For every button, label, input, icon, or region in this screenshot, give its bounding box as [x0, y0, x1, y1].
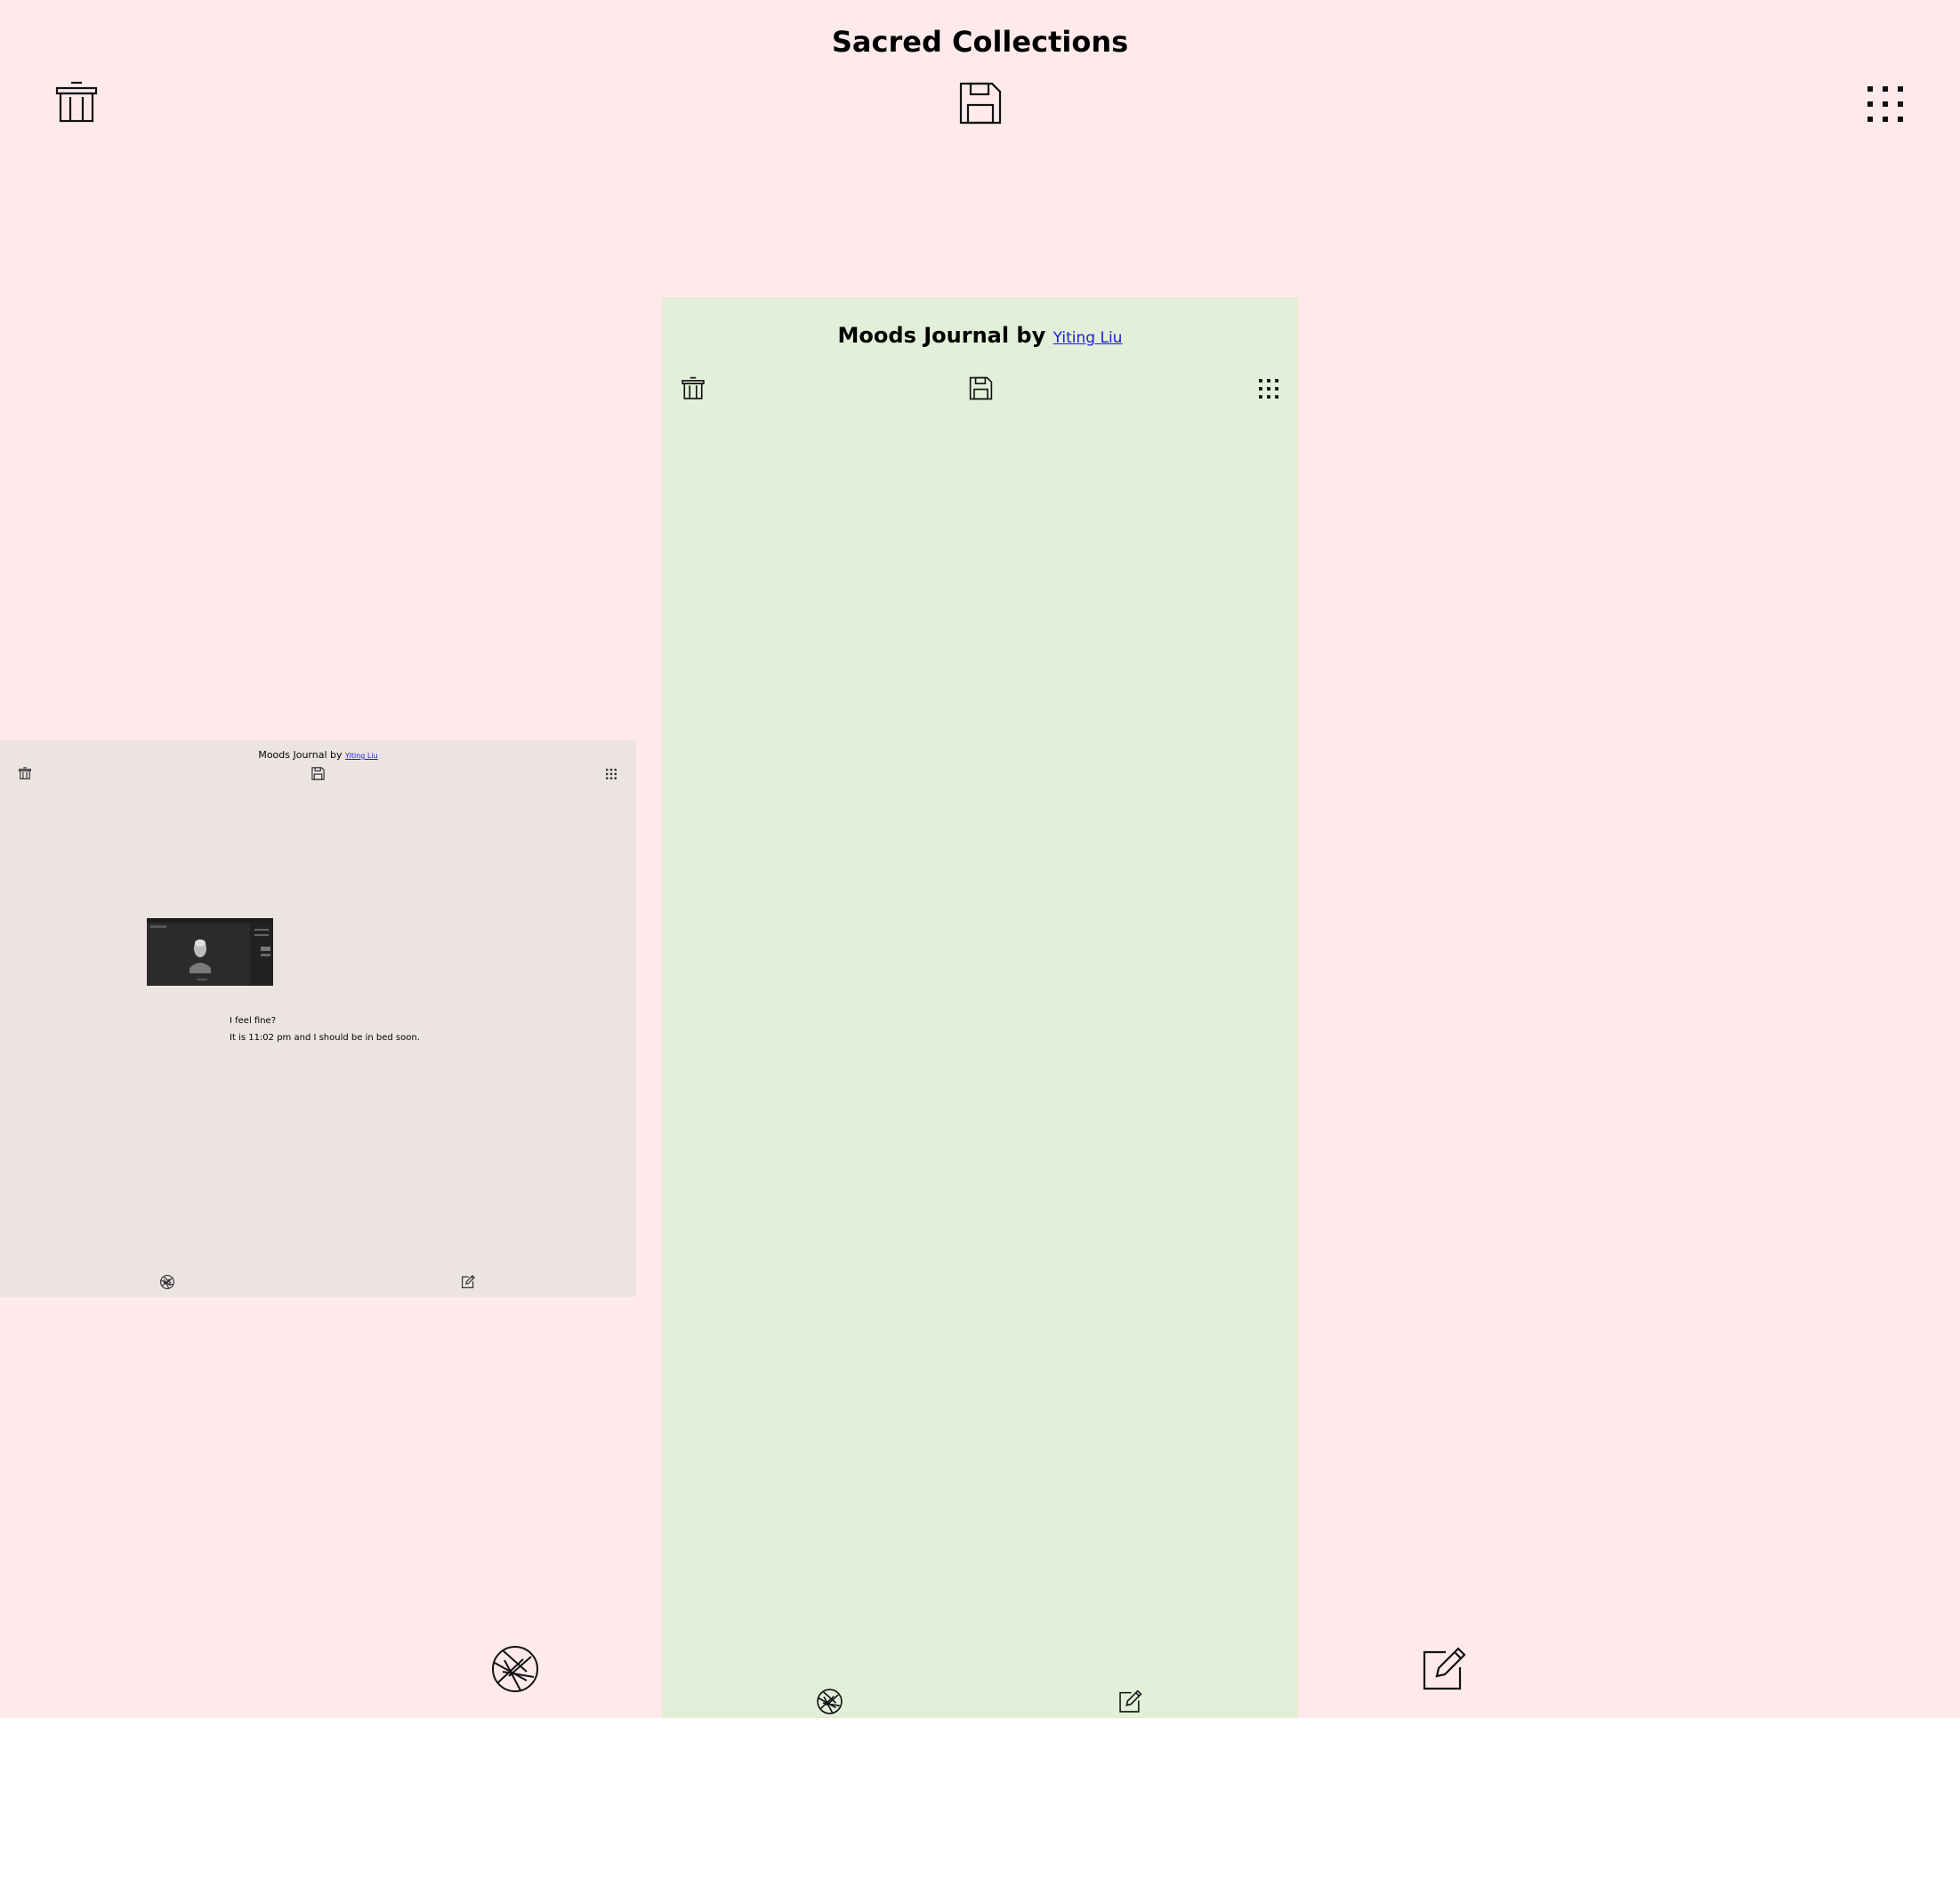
entry-line-2: It is 11:02 pm and I should be in bed so… [230, 1033, 420, 1043]
entry-text[interactable]: I feel fine? It is 11:02 pm and I should… [230, 1012, 420, 1046]
journal-trash-button[interactable] [682, 376, 705, 399]
app-canvas: Sacred Collections Moods Journal by Yiti… [0, 0, 1960, 1718]
save-button[interactable] [958, 81, 1003, 125]
card-grid-button[interactable] [606, 769, 617, 779]
entry-photo[interactable] [147, 918, 273, 986]
camera-button[interactable] [491, 1645, 539, 1693]
grid-icon [1259, 379, 1278, 399]
trash-icon [19, 767, 31, 779]
trash-icon [682, 376, 705, 399]
edit-note-icon [1423, 1647, 1466, 1690]
grid-menu-button[interactable] [1867, 86, 1903, 122]
edit-button[interactable] [1423, 1646, 1467, 1690]
journal-grid-button[interactable] [1259, 379, 1278, 399]
edit-note-icon [462, 1275, 475, 1288]
card-title: Moods Journal by Yiting Liu [0, 749, 636, 761]
card-author-link[interactable]: Yiting Liu [345, 752, 378, 760]
journal-card[interactable]: Moods Journal by Yiting Liu I feel fine?… [0, 740, 636, 1297]
grid-icon [1867, 86, 1903, 122]
card-camera-button[interactable] [160, 1275, 174, 1289]
page-title: Sacred Collections [831, 25, 1129, 59]
portrait-image [147, 918, 273, 986]
grid-icon [606, 769, 617, 779]
journal-panel: Moods Journal by Yiting Liu [662, 297, 1298, 1718]
card-title-text: Moods Journal by [258, 749, 346, 761]
aperture-icon [492, 1646, 538, 1692]
floppy-disk-icon [311, 767, 325, 780]
journal-title: Moods Journal by Yiting Liu [663, 323, 1297, 348]
floppy-disk-icon [969, 376, 993, 400]
card-trash-button[interactable] [19, 767, 31, 779]
aperture-icon [817, 1689, 843, 1714]
journal-edit-button[interactable] [1119, 1689, 1142, 1713]
entry-line-1: I feel fine? [230, 1016, 277, 1026]
edit-note-icon [1119, 1689, 1142, 1713]
aperture-icon [160, 1275, 174, 1289]
trash-icon [55, 81, 98, 123]
floppy-disk-icon [959, 82, 1002, 125]
journal-save-button[interactable] [969, 376, 993, 400]
journal-title-text: Moods Journal by [837, 323, 1053, 348]
card-edit-button[interactable] [462, 1275, 475, 1288]
trash-button[interactable] [55, 80, 98, 123]
card-save-button[interactable] [311, 767, 325, 780]
journal-camera-button[interactable] [817, 1689, 843, 1714]
author-link[interactable]: Yiting Liu [1053, 329, 1123, 347]
